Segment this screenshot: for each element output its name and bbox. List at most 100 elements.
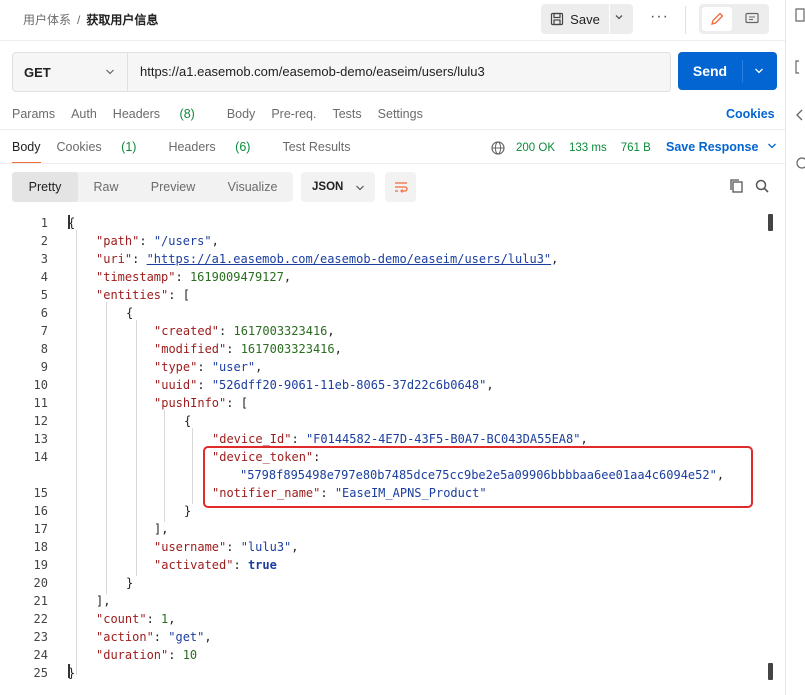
json-string: "get" (168, 630, 205, 644)
format-label: JSON (312, 181, 344, 193)
code-line: "action": "get", (96, 630, 212, 644)
scrollbar-thumb[interactable] (768, 663, 773, 680)
breadcrumb-separator: / (77, 13, 81, 27)
code-line: { (184, 414, 192, 428)
json-number: 1 (161, 612, 169, 626)
format-select[interactable]: JSON (301, 172, 375, 202)
indent-guide (106, 302, 107, 594)
line-number: 19 (33, 558, 48, 572)
json-string: "F0144582-4E7D-43F5-B0A7-BC043DA55EA8" (305, 432, 581, 446)
line-number: 10 (33, 378, 48, 392)
copy-icon[interactable] (728, 178, 744, 194)
tab-auth[interactable]: Auth (71, 107, 97, 121)
save-menu-button[interactable] (613, 11, 625, 26)
edit-button[interactable] (702, 7, 732, 31)
json-key: "modified" (154, 342, 227, 356)
wrap-lines-icon (394, 182, 408, 193)
tab-response-headers[interactable]: Headers (6) (168, 140, 266, 154)
tab-prereq[interactable]: Pre-req. (271, 107, 316, 121)
save-button[interactable]: Save (541, 4, 609, 34)
tab-preview[interactable]: Preview (134, 172, 212, 202)
line-number: 25 (33, 666, 48, 680)
send-button[interactable]: Send (678, 52, 742, 90)
response-time[interactable]: 133 ms (569, 142, 607, 154)
save-response-button[interactable]: Save Response (666, 140, 778, 154)
line-number: 13 (33, 432, 48, 446)
tab-params[interactable]: Params (12, 107, 55, 121)
indent-guide (192, 428, 193, 504)
json-key: "entities" (96, 288, 169, 302)
code-line: ], (154, 522, 169, 536)
rail-info-icon[interactable] (795, 156, 805, 173)
breadcrumb: 用户体系 / 获取用户信息 (23, 11, 158, 28)
method-select[interactable]: GET (13, 53, 128, 91)
tab-cookies-count: (1) (121, 140, 137, 154)
rail-bracket-icon[interactable] (795, 60, 805, 77)
divider (0, 129, 785, 130)
line-number: 3 (40, 252, 48, 266)
tab-test-results[interactable]: Test Results (282, 140, 350, 154)
tab-body[interactable]: Body (227, 107, 256, 121)
breadcrumb-current[interactable]: 获取用户信息 (86, 13, 158, 27)
tab-headers[interactable]: Headers (8) (113, 107, 211, 121)
json-link[interactable]: "https://a1.easemob.com/easemob-demo/eas… (147, 252, 552, 266)
tab-pretty[interactable]: Pretty (12, 172, 78, 202)
toolbar-divider (685, 6, 686, 34)
method-label: GET (24, 64, 51, 80)
line-number: 4 (40, 270, 48, 284)
wrap-lines-button[interactable] (385, 172, 416, 202)
tab-response-body[interactable]: Body (12, 140, 41, 164)
indent-guide (76, 230, 77, 675)
request-url-bar: GET https://a1.easemob.com/easemob-demo/… (12, 52, 671, 92)
tab-settings[interactable]: Settings (378, 107, 423, 121)
code-line: ], (96, 594, 111, 608)
json-string: "user" (211, 360, 256, 374)
tab-tests[interactable]: Tests (332, 107, 361, 121)
chevron-down-icon[interactable] (753, 65, 765, 77)
comment-icon (745, 12, 759, 24)
right-sidebar (785, 0, 805, 695)
json-key: "timestamp" (96, 270, 176, 284)
save-divider (609, 4, 610, 34)
url-input[interactable]: https://a1.easemob.com/easemob-demo/ease… (140, 64, 485, 79)
rail-doc-icon[interactable] (795, 8, 805, 25)
line-number: 5 (40, 288, 48, 302)
side-tool-group (699, 4, 769, 34)
save-button-group: Save (541, 4, 633, 34)
tab-raw[interactable]: Raw (78, 172, 134, 202)
rail-code-icon[interactable] (795, 108, 805, 125)
code-line: "timestamp": 1619009479127, (96, 270, 292, 284)
comments-button[interactable] (737, 7, 767, 31)
send-button-group: Send (678, 52, 777, 90)
cookies-link[interactable]: Cookies (726, 107, 775, 121)
json-string: "/users" (153, 234, 212, 248)
chevron-down-icon (356, 185, 364, 191)
scrollbar-thumb[interactable] (768, 214, 773, 231)
breadcrumb-parent[interactable]: 用户体系 (23, 13, 71, 27)
response-size[interactable]: 761 B (621, 142, 651, 154)
code-line: "duration": 10 (96, 648, 198, 662)
response-actions (728, 178, 770, 194)
status-code[interactable]: 200 OK (516, 142, 555, 154)
highlight-box (203, 446, 753, 508)
line-number: 24 (33, 648, 48, 662)
tab-response-cookies[interactable]: Cookies (1) (57, 140, 153, 154)
more-options-button[interactable]: ··· (650, 8, 669, 26)
code-line: "type": "user", (154, 360, 263, 374)
search-icon[interactable] (754, 178, 770, 194)
request-tabs: Params Auth Headers (8) Body Pre-req. Te… (12, 107, 439, 121)
json-key: "created" (154, 324, 220, 338)
json-key: "uuid" (154, 378, 198, 392)
line-number: 11 (33, 396, 48, 410)
tab-resp-headers-label: Headers (168, 140, 216, 154)
globe-icon[interactable] (490, 140, 506, 156)
tab-visualize[interactable]: Visualize (212, 172, 293, 202)
code-line: } (184, 504, 192, 518)
line-number: 12 (33, 414, 48, 428)
line-number: 14 (33, 450, 48, 464)
pencil-icon (711, 12, 724, 25)
code-line: { (68, 216, 76, 230)
json-key: "pushInfo" (154, 396, 227, 410)
line-number: 15 (33, 486, 48, 500)
line-number: 1 (40, 216, 48, 230)
